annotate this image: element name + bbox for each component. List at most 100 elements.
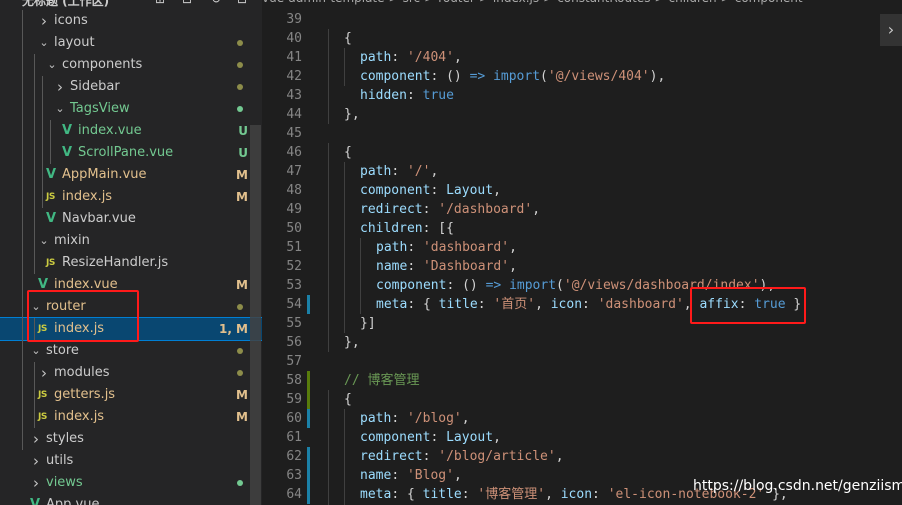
tree-item-appmain-vue[interactable]: V AppMain.vue M <box>0 164 262 186</box>
tree-item-views[interactable]: › views <box>0 472 262 494</box>
code-token: true <box>422 88 454 103</box>
tree-item-getters-js[interactable]: JS getters.js M <box>0 384 262 406</box>
line-number: 60 <box>286 411 302 426</box>
code-line[interactable]: 58 // 博客管理 <box>262 371 902 390</box>
code-token: : <box>592 487 608 502</box>
chevron-right-icon[interactable]: › <box>30 428 42 450</box>
tree-item-app-vue[interactable]: V App.vue <box>0 494 262 505</box>
breadcrumb-item[interactable]: router <box>438 0 475 5</box>
code-line[interactable]: 43 hidden: true <box>262 86 902 105</box>
tree-item-components[interactable]: ⌄ components <box>0 54 262 76</box>
code-line[interactable]: 40 { <box>262 29 902 48</box>
explorer-panel: 无标题 (工作区) ⊞ ⊟ ↻ ⊡ › icons ⌄ layout ⌄ componen… <box>0 0 262 505</box>
code-line[interactable]: 62 redirect: '/blog/article', <box>262 447 902 466</box>
code-token: : <box>461 487 478 502</box>
tree-item-index-vue[interactable]: Vindex.vue U <box>0 120 262 142</box>
chevron-down-icon[interactable]: ⌄ <box>38 32 50 54</box>
code-line[interactable]: 49 redirect: '/dashboard', <box>262 200 902 219</box>
tree-item-store[interactable]: ⌄ store <box>0 340 262 362</box>
chevron-down-icon[interactable]: ⌄ <box>38 230 50 252</box>
code-token: : <box>391 468 407 483</box>
tree-item-tagsview[interactable]: ⌄ TagsView <box>0 98 262 120</box>
code-token: : { <box>407 297 439 312</box>
breadcrumb-item[interactable]: constantRoutes <box>557 0 650 5</box>
collapse-all-icon[interactable]: ⊡ <box>237 0 247 6</box>
code-token: name <box>376 259 408 274</box>
code-line[interactable]: 61 component: Layout, <box>262 428 902 447</box>
tree-item-layout[interactable]: ⌄ layout <box>0 32 262 54</box>
code-token: // 博客管理 <box>344 373 420 388</box>
code-line[interactable]: 42 component: () => import('@/views/404')… <box>262 67 902 86</box>
tree-item-utils[interactable]: › utils <box>0 450 262 472</box>
code-token: title <box>438 297 478 312</box>
code-line[interactable]: 60 path: '/blog', <box>262 409 902 428</box>
tree-item-label: index.js <box>54 409 105 424</box>
code-line[interactable]: 41 path: '/404', <box>262 48 902 67</box>
code-line[interactable]: 59 { <box>262 390 902 409</box>
breadcrumb-separator: > <box>721 0 731 5</box>
new-folder-icon[interactable]: ⊟ <box>182 0 192 6</box>
code-line[interactable]: 54 meta: { title: '首页', icon: 'dashboard'… <box>262 295 902 314</box>
code-line[interactable]: 53 component: () => import('@/views/dashb… <box>262 276 902 295</box>
git-status-badge: U <box>238 146 248 160</box>
git-status-badge: 1, M <box>218 322 248 336</box>
indent-guide <box>328 390 329 505</box>
tree-item-navbar-vue[interactable]: V Navbar.vue <box>0 208 262 230</box>
line-number: 63 <box>286 468 302 483</box>
chevron-right-icon[interactable]: › <box>30 450 42 472</box>
code-line[interactable]: 47 path: '/', <box>262 162 902 181</box>
tree-item-mixin[interactable]: ⌄ mixin <box>0 230 262 252</box>
breadcrumb-item[interactable]: component <box>735 0 803 5</box>
code-line[interactable]: 51 path: 'dashboard', <box>262 238 902 257</box>
chevron-right-icon[interactable]: › <box>880 14 902 46</box>
code-token: icon <box>560 487 593 502</box>
refresh-icon[interactable]: ↻ <box>211 0 221 6</box>
breadcrumb-separator: > <box>479 0 489 5</box>
line-number: 44 <box>286 107 302 122</box>
code-line[interactable]: 39 <box>262 10 902 29</box>
explorer-scrollbar[interactable] <box>250 125 261 505</box>
code-line[interactable]: 52 name: 'Dashboard', <box>262 257 902 276</box>
chevron-right-icon[interactable]: › <box>54 76 66 98</box>
line-number: 61 <box>286 430 302 445</box>
code-token: '/404' <box>406 50 454 65</box>
code-line[interactable]: 44}, <box>262 105 902 124</box>
code-text: }, <box>344 105 360 124</box>
breadcrumb-item[interactable]: children <box>669 0 717 5</box>
breadcrumb-item[interactable]: vue-admin-template <box>262 0 385 5</box>
breadcrumb-separator: > <box>424 0 434 5</box>
code-line[interactable]: 56}, <box>262 333 902 352</box>
git-status-badge: M <box>236 190 248 204</box>
chevron-down-icon[interactable]: ⌄ <box>54 98 66 120</box>
code-editor[interactable]: vue-admin-template>src>router>index.js>c… <box>262 0 902 505</box>
code-token: : <box>391 50 407 65</box>
code-token: , <box>509 240 517 255</box>
tree-item-index-js[interactable]: JS index.js M <box>0 186 262 208</box>
code-line[interactable]: 55}] <box>262 314 902 333</box>
chevron-right-icon[interactable]: › <box>38 362 50 384</box>
code-text: // 博客管理 <box>344 371 419 390</box>
code-line[interactable]: 50 children: [{ <box>262 219 902 238</box>
code-line[interactable]: 45 <box>262 124 902 143</box>
code-line[interactable]: 48 component: Layout, <box>262 181 902 200</box>
breadcrumb-item[interactable]: index.js <box>493 0 539 5</box>
tree-item-modules[interactable]: › modules <box>0 362 262 384</box>
chevron-right-icon[interactable]: › <box>30 472 42 494</box>
code-line[interactable]: 46 { <box>262 143 902 162</box>
chevron-down-icon[interactable]: ⌄ <box>30 340 42 362</box>
chevron-right-icon[interactable]: › <box>38 10 50 32</box>
tree-item-styles[interactable]: › styles <box>0 428 262 450</box>
tree-item-scrollpane-vue[interactable]: V ScrollPane.vue U <box>0 142 262 164</box>
tree-item-index-js[interactable]: JS index.js M <box>0 406 262 428</box>
new-file-icon[interactable]: ⊞ <box>155 0 165 6</box>
tree-item-icons[interactable]: › icons <box>0 10 262 32</box>
chevron-down-icon[interactable]: ⌄ <box>46 54 58 76</box>
line-number: 55 <box>286 316 302 331</box>
breadcrumb-item[interactable]: src <box>403 0 421 5</box>
tree-item-sidebar[interactable]: › Sidebar <box>0 76 262 98</box>
line-number: 51 <box>286 240 302 255</box>
tree-item-resizehandler-js[interactable]: JS ResizeHandler.js <box>0 252 262 274</box>
code-line[interactable]: 57 <box>262 352 902 371</box>
js-file-icon: JS <box>38 390 47 400</box>
code-token: 'Dashboard' <box>422 259 510 274</box>
